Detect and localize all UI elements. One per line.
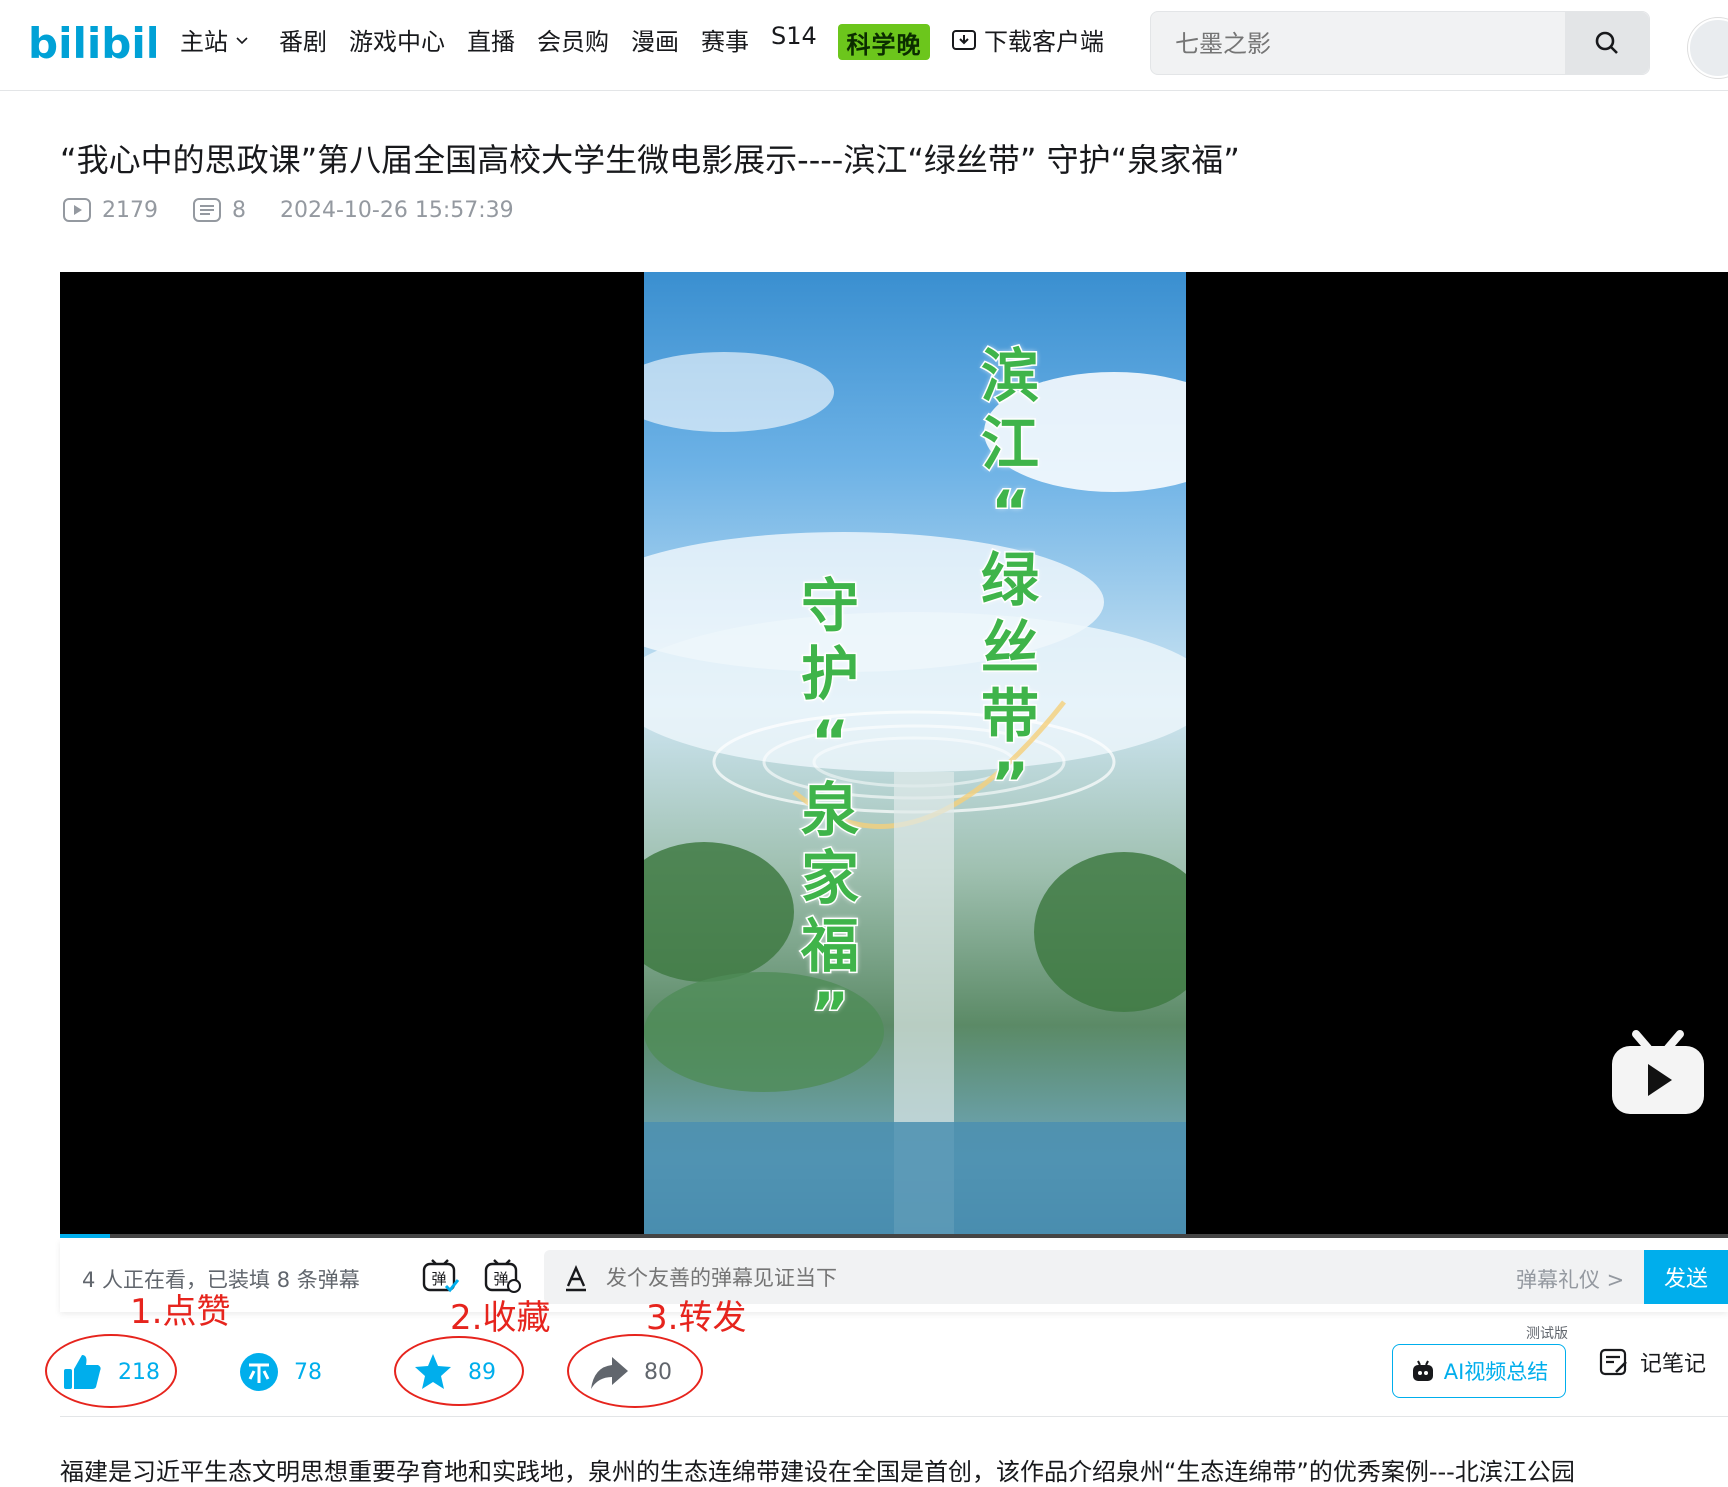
svg-text:bilibili: bilibili	[28, 19, 156, 68]
divider	[60, 1416, 1728, 1417]
note-label: 记笔记	[1640, 1352, 1707, 1377]
danmaku-etiquette-link[interactable]: 弹幕礼仪 >	[1516, 1264, 1624, 1294]
frame-title-column-2: 守护 “泉家福”	[794, 571, 866, 1050]
frame-title-char: ”	[809, 979, 850, 1050]
danmaku-send-button[interactable]: 发送	[1644, 1250, 1728, 1304]
share-button[interactable]: 80	[588, 1350, 672, 1394]
annotation-like: 1.点赞	[130, 1292, 231, 1332]
like-count: 218	[118, 1359, 160, 1385]
video-title: “我心中的思政课”第八届全国高校大学生微电影展示----滨江“绿丝带” 守护“泉…	[60, 141, 1240, 179]
like-button[interactable]: 218	[62, 1350, 160, 1394]
danmaku-count-icon	[193, 198, 221, 222]
svg-text:弹: 弹	[493, 1270, 508, 1288]
thumbs-up-icon	[64, 1355, 101, 1389]
nav-label: 会员购	[537, 28, 609, 56]
play-button-icon[interactable]	[1608, 1028, 1708, 1118]
frame-title-char: 江	[979, 409, 1040, 480]
danmaku-bar: 4 人正在看，已装填 8 条弹幕 弹 弹 弹幕礼仪 > 发送	[60, 1240, 1728, 1312]
svg-text:弹: 弹	[431, 1270, 446, 1288]
coin-count: 78	[294, 1359, 322, 1385]
video-description: 福建是习近平生态文明思想重要孕育地和实践地，泉州的生态连绵带建设在全国是首创，该…	[60, 1458, 1575, 1486]
publish-date: 2024-10-26 15:57:39	[280, 197, 514, 223]
frame-title-char: 守	[799, 571, 860, 642]
search-icon	[1595, 31, 1618, 54]
frame-title-char: 绿	[979, 545, 1040, 616]
nav-label: 游戏中心	[349, 28, 445, 56]
frame-title-column-1: 滨江 “绿丝带”	[974, 341, 1046, 820]
nav-item-manga[interactable]: 漫画	[631, 22, 679, 57]
video-meta: 2179 8 2024-10-26 15:57:39	[62, 197, 514, 223]
nav-item-home[interactable]: 主站	[180, 22, 250, 57]
annotation-share: 3.转发	[646, 1298, 747, 1338]
play-count-icon	[63, 198, 91, 222]
danmaku-count: 8	[232, 197, 246, 223]
nav-item-game-center[interactable]: 游戏中心	[349, 22, 445, 57]
bilibili-logo[interactable]: bilibili	[28, 14, 175, 70]
nav-label: 番剧	[279, 28, 327, 56]
nav-item-mall[interactable]: 会员购	[537, 22, 609, 57]
progress-bar[interactable]	[60, 1234, 1728, 1238]
nav-item-bangumi[interactable]: 番剧	[279, 22, 327, 57]
frame-title-char: 福	[799, 911, 860, 982]
share-count: 80	[644, 1359, 672, 1385]
progress-fill	[60, 1234, 111, 1238]
frame-title-char: 泉	[799, 775, 860, 846]
frame-title-char: 带	[979, 681, 1040, 752]
nav-item-live[interactable]: 直播	[467, 22, 515, 57]
view-count: 2179	[102, 197, 158, 223]
download-label: 下载客户端	[984, 28, 1104, 56]
nav-item-esports[interactable]: 赛事	[701, 22, 749, 57]
favorite-button[interactable]: 89	[412, 1350, 496, 1394]
favorite-count: 89	[468, 1359, 496, 1385]
frame-title-char: ”	[989, 749, 1030, 820]
frame-title-char: 家	[799, 843, 860, 914]
nav-item-s14[interactable]: S14	[771, 22, 817, 50]
annotation-favorite: 2.收藏	[450, 1298, 551, 1338]
frame-title-char: 丝	[979, 613, 1040, 684]
ai-summary-label: AI视频总结	[1443, 1360, 1549, 1384]
search-bar	[1150, 11, 1650, 75]
nav-label: S14	[771, 22, 817, 50]
nav-label: 赛事	[701, 28, 749, 56]
ai-robot-icon	[1412, 1360, 1433, 1381]
nav-label: 直播	[467, 28, 515, 56]
star-icon	[415, 1354, 451, 1389]
download-client-link[interactable]: 下载客户端	[950, 22, 1104, 57]
nav-label: 主站	[180, 28, 228, 56]
chevron-down-icon	[236, 36, 248, 44]
frame-title-char: “	[809, 707, 850, 778]
nav-label: 漫画	[631, 28, 679, 56]
cloud-scenery	[644, 352, 1186, 1238]
video-player[interactable]: 滨江 “绿丝带” 守护 “泉家福”	[60, 272, 1728, 1238]
search-button[interactable]	[1565, 12, 1649, 74]
coin-icon	[240, 1353, 278, 1391]
search-input[interactable]	[1173, 26, 1557, 62]
font-style-icon[interactable]	[562, 1264, 590, 1292]
download-icon	[952, 29, 976, 50]
ai-summary-button[interactable]: AI视频总结	[1392, 1344, 1566, 1398]
video-frame: 滨江 “绿丝带” 守护 “泉家福”	[644, 272, 1186, 1238]
frame-title-char: 滨	[979, 341, 1040, 412]
frame-title-char: “	[989, 477, 1030, 548]
note-icon	[1599, 1348, 1627, 1376]
take-notes-button[interactable]: 记笔记	[1598, 1346, 1706, 1378]
frame-title-char: 护	[799, 639, 860, 710]
coin-button[interactable]: 78	[238, 1350, 322, 1394]
beta-badge: 测试版	[1522, 1323, 1572, 1343]
share-arrow-icon	[591, 1357, 628, 1389]
event-badge[interactable]: 科学晚	[838, 24, 930, 60]
